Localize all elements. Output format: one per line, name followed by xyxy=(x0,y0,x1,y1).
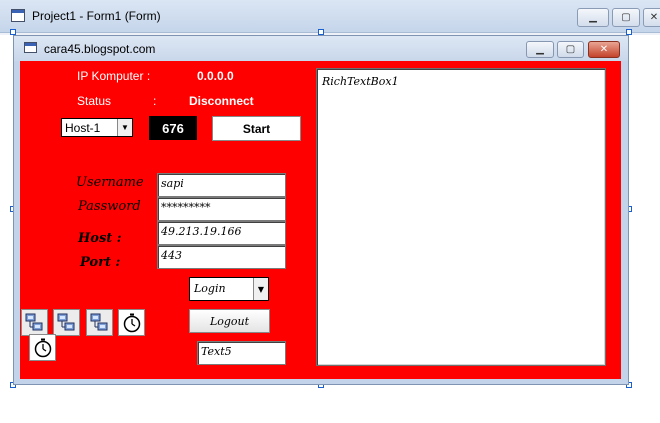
timer-component[interactable] xyxy=(118,309,145,336)
host-combo-value: Host-1 xyxy=(65,121,101,135)
chevron-down-icon[interactable]: ▼ xyxy=(253,278,268,300)
close-icon: ✕ xyxy=(649,12,659,23)
maximize-icon: ▢ xyxy=(621,12,631,23)
username-field[interactable]: sapi xyxy=(157,173,286,197)
close-icon: ✕ xyxy=(599,44,609,55)
winsock-icon xyxy=(57,313,75,331)
winsock-component[interactable] xyxy=(53,309,80,336)
logout-button[interactable]: Logout xyxy=(189,309,270,333)
ide-title: Project1 - Form1 (Form) xyxy=(32,9,161,23)
ip-value: 0.0.0.0 xyxy=(197,69,234,83)
winsock-component[interactable] xyxy=(86,309,113,336)
password-label: Password xyxy=(78,199,141,214)
host-combo[interactable]: Host-1 ▼ xyxy=(61,118,133,137)
form-close-button[interactable]: ✕ xyxy=(588,41,620,58)
timer-icon xyxy=(123,313,140,332)
logout-button-label: Logout xyxy=(209,314,250,328)
counter-value: 676 xyxy=(162,120,184,136)
minimize-icon: ▁ xyxy=(536,44,544,55)
host-label: Host : xyxy=(78,231,122,246)
counter-label: 676 xyxy=(149,116,197,140)
form-designer-icon xyxy=(11,9,25,22)
chevron-down-icon[interactable]: ▼ xyxy=(117,119,132,136)
winsock-component[interactable] xyxy=(21,309,48,336)
port-field[interactable]: 443 xyxy=(157,245,286,269)
port-label: Port : xyxy=(80,255,121,270)
start-button-label: Start xyxy=(242,121,271,136)
form-maximize-button[interactable]: ▢ xyxy=(557,41,584,58)
text5-field[interactable]: Text5 xyxy=(197,341,286,365)
password-field[interactable]: ********* xyxy=(157,197,286,221)
maximize-icon: ▢ xyxy=(565,44,576,55)
status-colon: : xyxy=(153,94,157,108)
status-label: Status xyxy=(77,94,112,108)
richtext-box[interactable]: RichTextBox1 xyxy=(316,68,606,366)
timer-component[interactable] xyxy=(29,334,56,361)
start-button[interactable]: Start xyxy=(212,116,301,141)
form-icon xyxy=(24,42,37,53)
winsock-icon xyxy=(25,313,43,331)
winsock-icon xyxy=(90,313,108,331)
host-field[interactable]: 49.213.19.166 xyxy=(157,221,286,245)
username-label: Username xyxy=(76,175,144,190)
ide-maximize-button[interactable]: ▢ xyxy=(612,8,640,27)
ide-minimize-button[interactable]: ▁ xyxy=(577,8,609,27)
minimize-icon: ▁ xyxy=(589,12,597,23)
login-combo-value: Login xyxy=(194,282,226,295)
richtext-content: RichTextBox1 xyxy=(322,75,399,88)
ip-label: IP Komputer : xyxy=(77,69,151,83)
form-minimize-button[interactable]: ▁ xyxy=(526,41,554,58)
status-value: Disconnect xyxy=(189,94,254,108)
form-title: cara45.blogspot.com xyxy=(44,42,156,56)
login-combo[interactable]: Login ▼ xyxy=(189,277,269,301)
timer-icon xyxy=(34,338,51,357)
ide-close-button[interactable]: ✕ xyxy=(643,8,660,27)
